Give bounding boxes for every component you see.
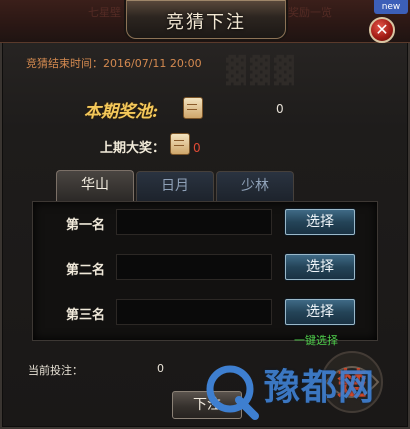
rank-label-first: 第一名 bbox=[66, 218, 106, 233]
dialog-window: 七星壁 奖励一览 竞猜下注 new ✕ ▓▓▓ 竞猜结束时间：2016/07/1… bbox=[0, 0, 410, 429]
choose-button-third[interactable]: 选择 bbox=[285, 299, 355, 325]
pool-value: 0 bbox=[276, 102, 284, 116]
rank-slot-third bbox=[116, 299, 272, 325]
choose-button-first[interactable]: 选择 bbox=[285, 209, 355, 235]
rank-slot-second bbox=[116, 254, 272, 280]
tab-shaolin[interactable]: 少林 bbox=[216, 171, 294, 201]
current-bet-label: 当前投注： bbox=[28, 364, 83, 377]
watermark-q-icon bbox=[206, 365, 259, 420]
header-faint-right: 奖励一览 bbox=[288, 6, 332, 19]
watermark-text: 豫都网 bbox=[264, 367, 376, 408]
last-prize-label: 上期大奖： bbox=[100, 141, 166, 156]
corner-tag: new bbox=[374, 0, 408, 14]
title-bar: 七星壁 奖励一览 竞猜下注 new ✕ bbox=[0, 0, 410, 43]
scroll-icon bbox=[183, 97, 203, 119]
background-pattern: ▓▓▓ bbox=[226, 56, 298, 86]
rank-label-second: 第二名 bbox=[66, 263, 106, 278]
header-faint-left: 七星壁 bbox=[88, 6, 121, 19]
title-plate: 竞猜下注 bbox=[126, 0, 286, 39]
last-prize-value: 0 bbox=[193, 141, 201, 155]
end-time-text: 竞猜结束时间：2016/07/11 20:00 bbox=[26, 57, 202, 70]
choose-button-second[interactable]: 选择 bbox=[285, 254, 355, 280]
rank-label-third: 第三名 bbox=[66, 308, 106, 323]
tab-riyue[interactable]: 日月 bbox=[136, 171, 214, 201]
close-icon[interactable]: ✕ bbox=[369, 17, 395, 43]
pool-label: 本期奖池: bbox=[84, 102, 159, 122]
tab-huashan[interactable]: 华山 bbox=[56, 170, 134, 202]
current-bet-value: 0 bbox=[157, 362, 164, 375]
scroll-icon bbox=[170, 133, 190, 155]
rank-slot-first bbox=[116, 209, 272, 235]
dialog-title: 竞猜下注 bbox=[166, 12, 246, 33]
